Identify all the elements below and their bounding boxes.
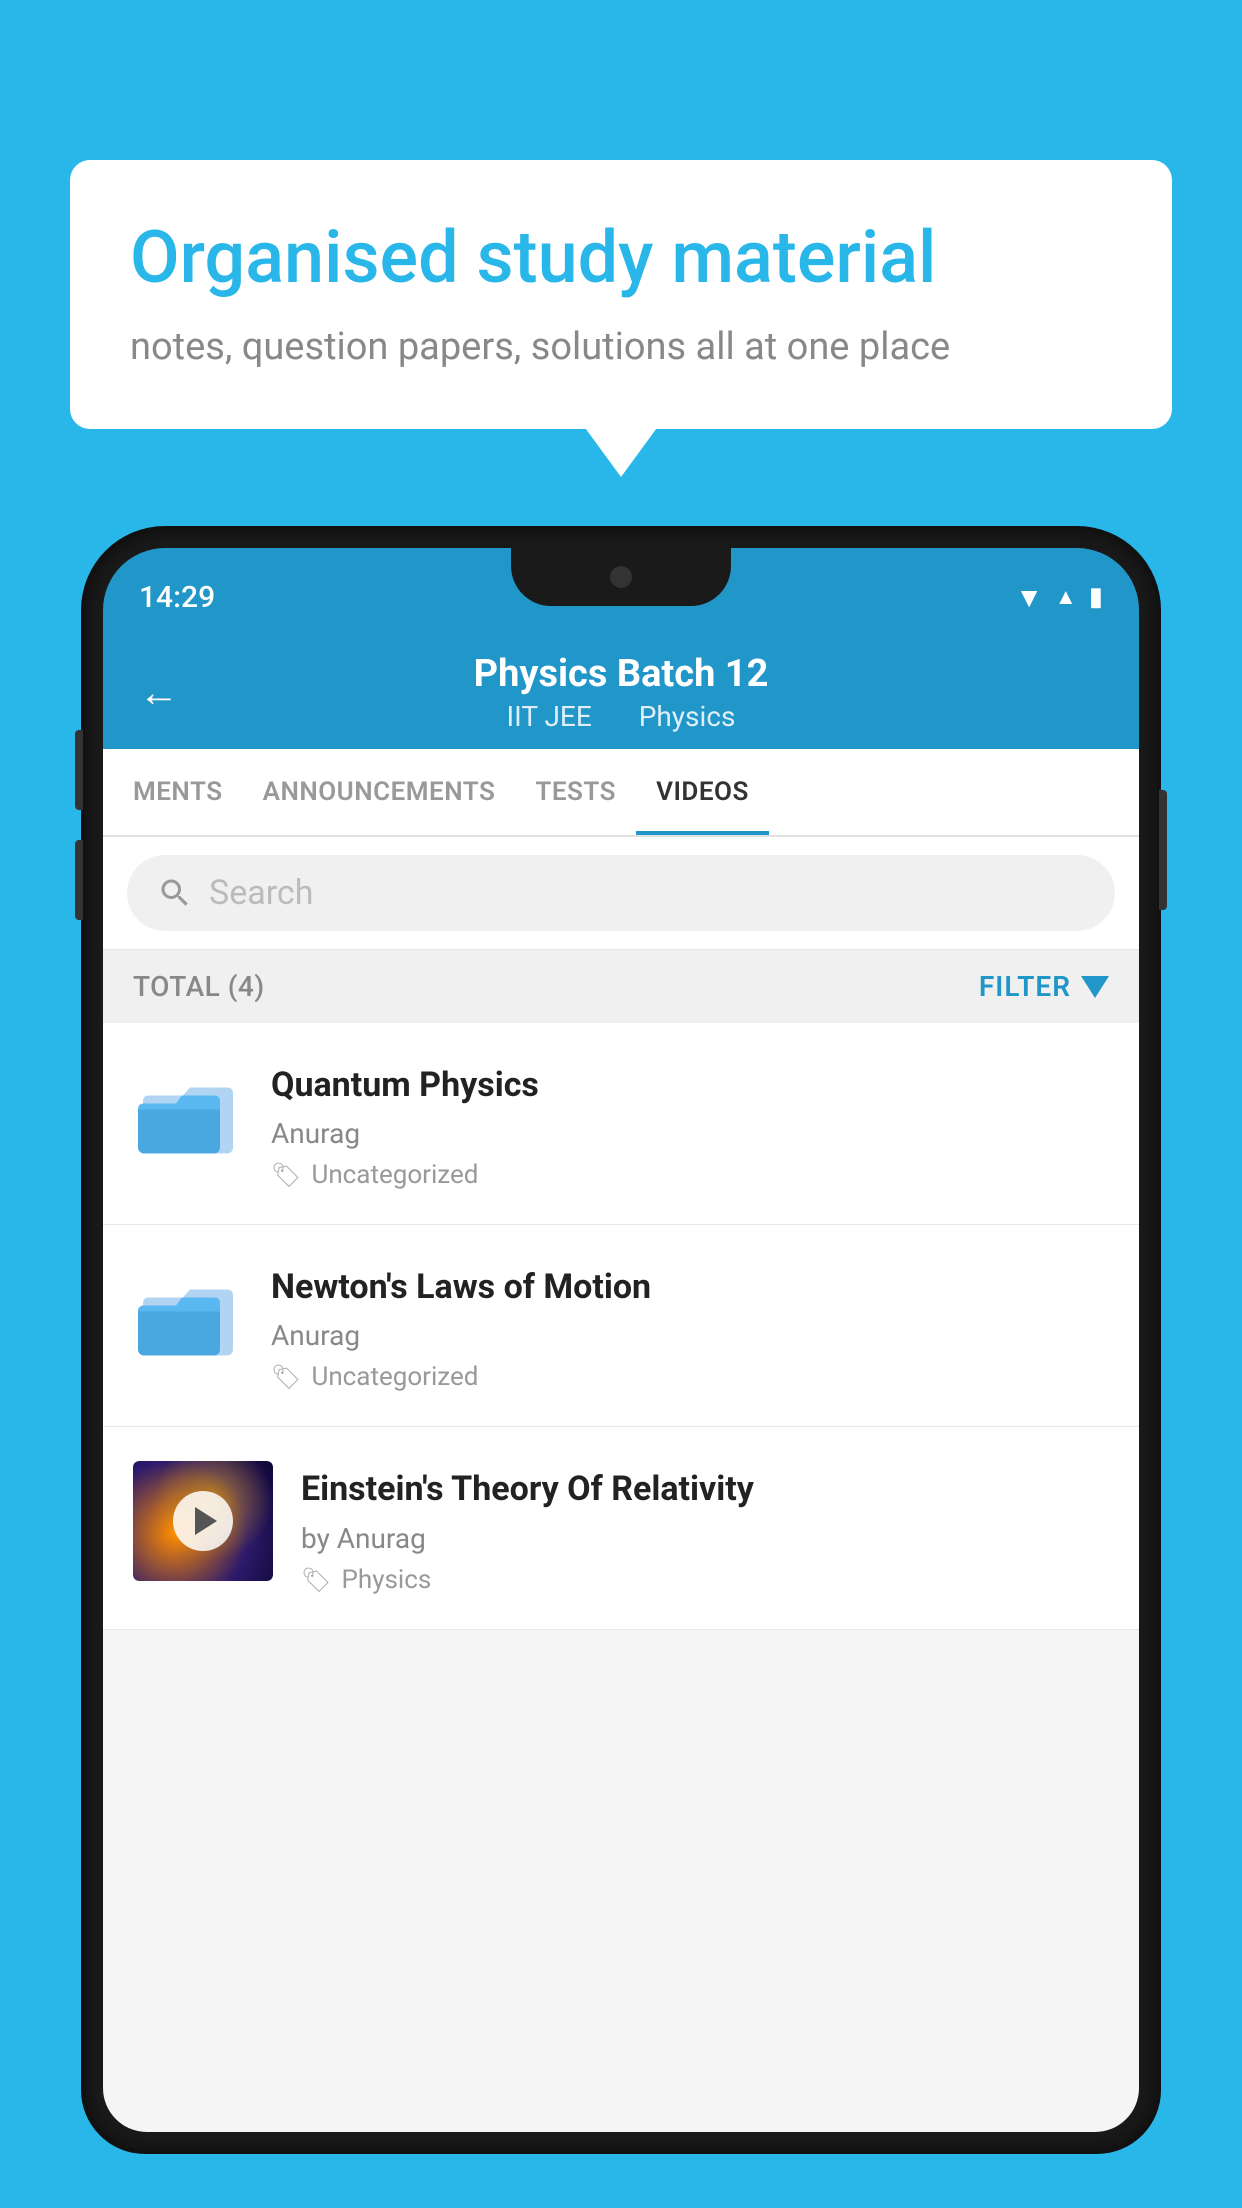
bubble-title: Organised study material [130,215,1112,301]
search-icon [157,875,193,911]
video-thumbnail [133,1461,273,1581]
search-placeholder: Search [209,873,313,913]
clock: 14:29 [139,580,215,615]
tag-icon: 🏷 [301,1566,331,1594]
video-author: Anurag [271,1319,1109,1352]
list-item[interactable]: Einstein's Theory Of Relativity by Anura… [103,1427,1139,1629]
back-button[interactable]: ← [139,669,179,716]
subtitle-physics: Physics [639,700,736,733]
play-button[interactable] [173,1491,233,1551]
video-author: Anurag [271,1117,1109,1150]
app-header: ← Physics Batch 12 IIT JEE Physics [103,628,1139,749]
speech-bubble: Organised study material notes, question… [70,160,1172,429]
video-list: Quantum Physics Anurag 🏷 Uncategorized [103,1023,1139,1630]
status-bar: 14:29 ▼ ▲ ▮ [103,548,1139,628]
wifi-icon: ▼ [1015,581,1043,614]
battery-icon: ▮ [1089,582,1103,612]
tab-ments[interactable]: MENTS [113,749,243,835]
signal-icon: ▲ [1055,584,1077,610]
search-bar-wrapper: Search [103,837,1139,950]
folder-icon-container [133,1057,243,1167]
play-icon [195,1507,217,1535]
tabs-bar: MENTS ANNOUNCEMENTS TESTS VIDEOS [103,749,1139,837]
item-info: Einstein's Theory Of Relativity by Anura… [301,1461,1109,1594]
video-author: by Anurag [301,1522,1109,1555]
search-bar[interactable]: Search [127,855,1115,931]
video-title: Newton's Laws of Motion [271,1265,1109,1309]
folder-icon [138,1267,238,1362]
status-icons: ▼ ▲ ▮ [1015,581,1103,614]
item-info: Quantum Physics Anurag 🏷 Uncategorized [271,1057,1109,1190]
volume-up-button [75,730,83,810]
tag-icon: 🏷 [271,1161,301,1189]
tab-announcements[interactable]: ANNOUNCEMENTS [243,749,516,835]
batch-title: Physics Batch 12 [474,652,769,696]
tab-tests[interactable]: TESTS [515,749,636,835]
folder-icon-container [133,1259,243,1369]
phone-screen: ← Physics Batch 12 IIT JEE Physics MENTS [103,628,1139,2132]
folder-icon [138,1065,238,1160]
tag-label: Uncategorized [311,1362,478,1392]
camera-dot [610,566,632,588]
total-count: TOTAL (4) [133,970,265,1003]
filter-icon [1081,976,1109,998]
header-title-block: Physics Batch 12 IIT JEE Physics [474,652,769,733]
tab-videos[interactable]: VIDEOS [636,749,769,835]
video-title: Einstein's Theory Of Relativity [301,1467,1109,1511]
list-item[interactable]: Quantum Physics Anurag 🏷 Uncategorized [103,1023,1139,1225]
power-button [1159,790,1167,910]
video-tag: 🏷 Uncategorized [271,1160,1109,1190]
header-nav: ← Physics Batch 12 IIT JEE Physics [139,652,1103,749]
tag-label: Physics [341,1565,431,1595]
video-tag: 🏷 Uncategorized [271,1362,1109,1392]
filter-label: FILTER [979,970,1071,1003]
thumbnail-image [133,1461,273,1581]
bubble-subtitle: notes, question papers, solutions all at… [130,325,1112,369]
tag-icon: 🏷 [271,1363,301,1391]
tag-label: Uncategorized [311,1160,478,1190]
batch-subtitle: IIT JEE Physics [474,700,769,733]
volume-down-button [75,840,83,920]
item-info: Newton's Laws of Motion Anurag 🏷 Uncateg… [271,1259,1109,1392]
video-title: Quantum Physics [271,1063,1109,1107]
speech-bubble-wrapper: Organised study material notes, question… [70,160,1172,429]
filter-button[interactable]: FILTER [979,970,1109,1003]
video-tag: 🏷 Physics [301,1565,1109,1595]
filter-row: TOTAL (4) FILTER [103,950,1139,1023]
phone-outer: 14:29 ▼ ▲ ▮ ← Physics Batch 12 IIT JEE [85,530,1157,2150]
phone-wrapper: 14:29 ▼ ▲ ▮ ← Physics Batch 12 IIT JEE [85,530,1157,2208]
list-item[interactable]: Newton's Laws of Motion Anurag 🏷 Uncateg… [103,1225,1139,1427]
subtitle-iit: IIT JEE [507,700,592,733]
